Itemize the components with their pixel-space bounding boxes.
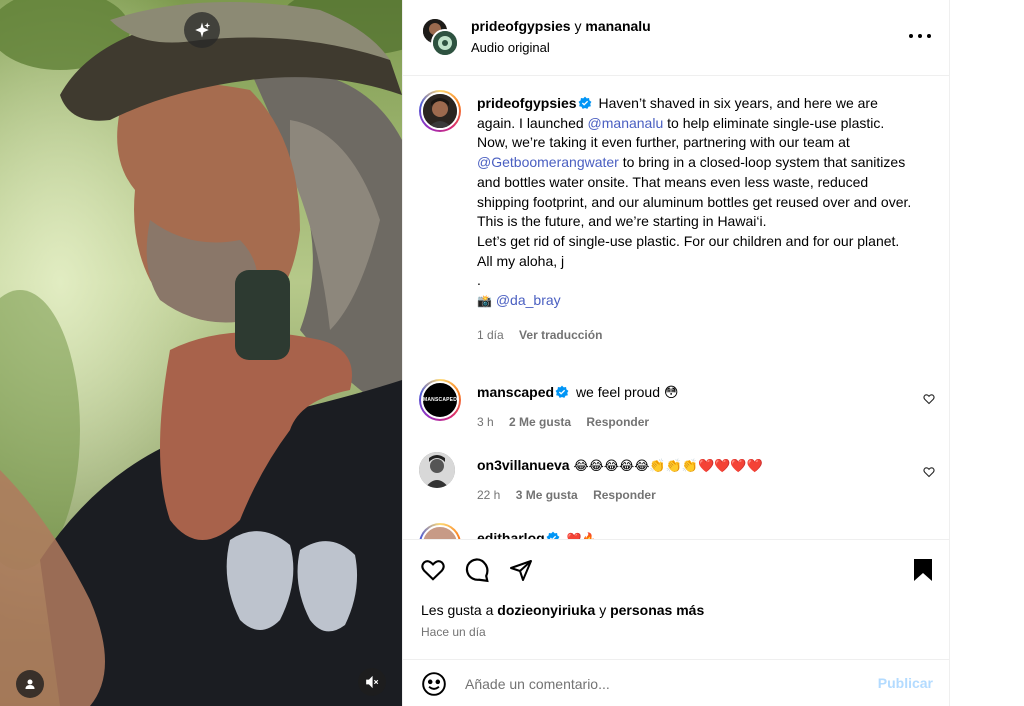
comment-time[interactable]: 3 h <box>477 415 494 429</box>
caption-username[interactable]: prideofgypsies <box>477 95 577 111</box>
collab-avatars[interactable] <box>419 17 459 57</box>
comment-avatar[interactable]: MANSCAPED <box>419 379 461 421</box>
mention-da-bray[interactable]: @da_bray <box>496 292 561 308</box>
avatar-brand-text: MANSCAPED <box>422 397 458 403</box>
likes-others[interactable]: personas más <box>610 602 704 618</box>
likes-middle: y <box>595 602 611 618</box>
comment-body: ❤️🔥 <box>566 532 597 539</box>
tagged-users-button[interactable] <box>16 670 44 698</box>
bookmark-icon <box>914 559 932 581</box>
likes-user[interactable]: dozieonyiriuka <box>497 602 595 618</box>
caption-avatar[interactable] <box>419 90 461 132</box>
mute-icon <box>366 675 379 689</box>
comment-row: editharlog ❤️🔥 <box>419 523 935 539</box>
like-comment-icon[interactable] <box>923 466 935 478</box>
post-side-panel: prideofgypsies y mananalu Audio original… <box>402 0 950 706</box>
comment-row: MANSCAPED manscaped we feel proud 😳 3 h … <box>419 379 935 435</box>
comment-text: manscaped we feel proud 😳 3 h 2 Me gusta… <box>477 383 917 432</box>
mention-mananalu[interactable]: @mananalu <box>588 115 664 131</box>
comment-input[interactable] <box>465 672 845 696</box>
comment-username[interactable]: on3villanueva <box>477 457 570 473</box>
likes-summary[interactable]: Les gusta a dozieonyiriuka y personas má… <box>421 602 704 618</box>
caption-time[interactable]: 1 día <box>477 328 504 342</box>
comment-composer: Publicar <box>403 659 949 706</box>
post-comment-button[interactable]: Publicar <box>878 675 933 691</box>
comment-body: we feel proud 😳 <box>575 384 679 400</box>
sparkle-icon <box>195 22 211 38</box>
mention-getboomerangwater[interactable]: @Getboomerangwater <box>477 154 619 170</box>
comment-time[interactable]: 22 h <box>477 488 500 502</box>
more-options-button[interactable] <box>909 28 931 44</box>
translate-link[interactable]: Ver traducción <box>519 328 602 342</box>
more-dots-icon <box>927 34 931 38</box>
heart-icon <box>421 560 445 581</box>
author-2[interactable]: mananalu <box>585 18 650 34</box>
post-actions: Les gusta a dozieonyiriuka y personas má… <box>403 539 949 659</box>
caption-dot: . <box>477 272 481 289</box>
comment-likes[interactable]: 2 Me gusta <box>509 415 571 429</box>
audio-label[interactable]: Audio original <box>471 40 550 55</box>
comment-meta: 3 h 2 Me gusta Responder <box>477 413 917 433</box>
verified-badge-icon <box>546 531 560 539</box>
post-header: prideofgypsies y mananalu Audio original <box>403 0 949 76</box>
mute-button[interactable] <box>358 668 386 696</box>
more-dots-icon <box>909 34 913 38</box>
reply-button[interactable]: Responder <box>586 415 649 429</box>
comment-button[interactable] <box>463 556 491 584</box>
avatar-mananalu <box>431 29 459 57</box>
like-comment-icon[interactable] <box>923 393 935 405</box>
comment-username[interactable]: manscaped <box>477 384 554 400</box>
comment-avatar[interactable] <box>419 523 461 539</box>
caption-text: prideofgypsies Haven’t shaved in six yea… <box>477 94 917 345</box>
post-timestamp[interactable]: Hace un día <box>421 625 486 639</box>
comment-meta: 22 h 3 Me gusta Responder <box>477 486 917 506</box>
reply-button[interactable]: Responder <box>593 488 656 502</box>
share-button[interactable] <box>507 556 535 584</box>
comment-text: on3villanueva 😂😂😂😂😂👏👏👏❤️❤️❤️❤️ 22 h 3 Me… <box>477 456 917 505</box>
post-media[interactable] <box>0 0 402 706</box>
sparkle-button[interactable] <box>184 12 220 48</box>
likes-prefix: Les gusta a <box>421 602 498 618</box>
comment-text: editharlog ❤️🔥 <box>477 529 917 539</box>
emoji-icon[interactable] <box>421 671 447 697</box>
comment-body: 😂😂😂😂😂👏👏👏❤️❤️❤️❤️ <box>573 458 763 473</box>
send-icon <box>510 560 532 581</box>
comments-list[interactable]: prideofgypsies Haven’t shaved in six yea… <box>403 77 949 539</box>
post-photo <box>0 0 402 706</box>
author-1[interactable]: prideofgypsies <box>471 18 571 34</box>
user-tag-icon <box>25 679 35 689</box>
verified-badge-icon <box>555 385 569 398</box>
caption-body-4: Let’s get rid of single-use plastic. For… <box>477 232 900 269</box>
camera-emoji: 📸 <box>477 294 492 309</box>
comment-likes[interactable]: 3 Me gusta <box>516 488 578 502</box>
more-dots-icon <box>918 34 922 38</box>
verified-badge-icon <box>578 96 592 109</box>
comment-icon <box>465 558 489 583</box>
header-authors[interactable]: prideofgypsies y mananalu <box>471 18 651 34</box>
comment-avatar[interactable] <box>419 452 455 488</box>
save-button[interactable] <box>909 556 937 584</box>
like-button[interactable] <box>419 556 447 584</box>
caption-meta: 1 día Ver traducción <box>477 326 917 346</box>
comment-username[interactable]: editharlog <box>477 530 545 539</box>
authors-conjunction: y <box>574 18 582 34</box>
comment-row: on3villanueva 😂😂😂😂😂👏👏👏❤️❤️❤️❤️ 22 h 3 Me… <box>419 452 935 508</box>
